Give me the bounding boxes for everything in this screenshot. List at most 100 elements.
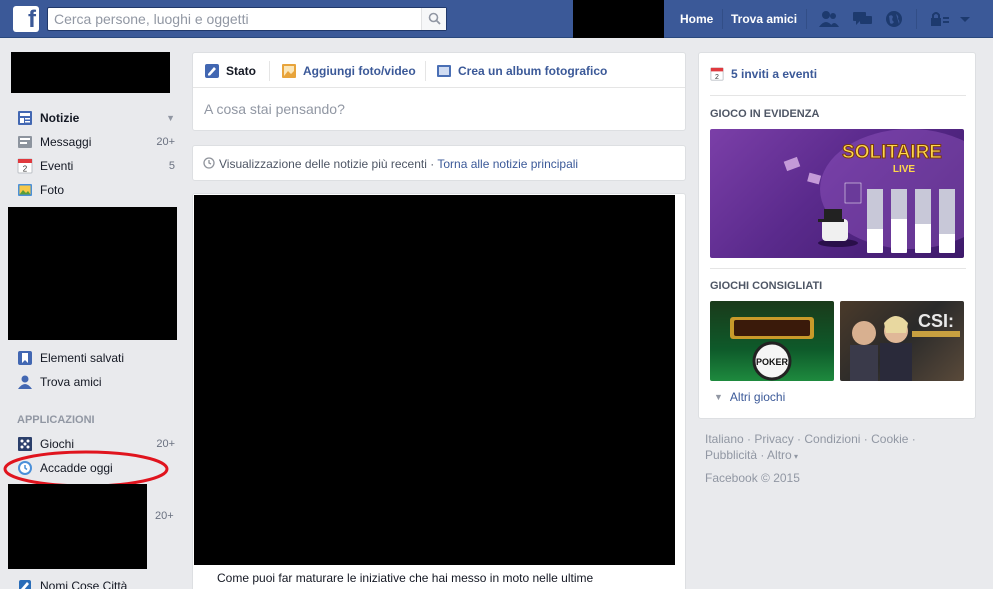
search-icon xyxy=(428,12,441,25)
solitaire-artwork: SOLITAIRE LIVE xyxy=(783,129,964,253)
sidebar-item-label: Foto xyxy=(40,183,65,197)
footer-link-terms[interactable]: Condizioni xyxy=(804,432,860,446)
search-button[interactable] xyxy=(421,8,446,30)
search-input[interactable] xyxy=(48,8,418,30)
events-count: 5 xyxy=(168,160,175,172)
sidebar-item-messages[interactable]: Messaggi 20+ xyxy=(17,133,175,151)
sidebar-item-find-friends[interactable]: Trova amici xyxy=(17,373,175,391)
tab-divider xyxy=(269,61,270,81)
event-invites-label: 5 inviti a eventi xyxy=(731,67,818,81)
account-menu-chevron-down-icon[interactable] xyxy=(957,9,979,29)
tab-album-label: Crea un album fotografico xyxy=(458,64,608,78)
photo-icon xyxy=(281,63,297,79)
featured-game-solitaire[interactable]: SOLITAIRE LIVE xyxy=(710,129,964,258)
suggested-game-csi[interactable]: CSI: xyxy=(840,301,964,381)
privacy-shortcuts-icon[interactable] xyxy=(928,9,950,29)
search-box xyxy=(47,7,447,31)
find-friends-icon xyxy=(17,374,33,390)
top-bar: f Home Trova amici xyxy=(0,0,993,38)
divider xyxy=(710,95,966,96)
suggested-game-poker[interactable]: POKER xyxy=(710,301,834,381)
pencil-icon xyxy=(204,63,220,79)
tab-status[interactable]: Stato xyxy=(204,63,256,79)
tab-divider xyxy=(425,61,426,81)
svg-text:2: 2 xyxy=(715,74,719,81)
poker-artwork: POKER xyxy=(730,317,814,381)
csi-label: CSI: xyxy=(918,311,954,331)
sidebar-item-label: Eventi xyxy=(40,159,74,173)
pencil-game-icon xyxy=(17,578,33,589)
nav-find-friends-link[interactable]: Trova amici xyxy=(731,12,797,26)
more-games-link[interactable]: ▼ Altri giochi xyxy=(714,390,785,404)
copyright: Facebook © 2015 xyxy=(705,471,800,485)
redacted-sidebar-section xyxy=(8,207,177,340)
chevron-down-icon[interactable]: ▼ xyxy=(166,113,175,123)
sidebar-item-photos[interactable]: Foto xyxy=(17,181,175,199)
tab-add-photo-video[interactable]: Aggiungi foto/video xyxy=(281,63,416,79)
poker-label: POKER xyxy=(756,357,789,367)
feed-post: Come puoi far maturare le iniziative che… xyxy=(192,193,686,589)
facebook-logo[interactable]: f xyxy=(13,6,39,33)
saved-bookmark-icon xyxy=(17,350,33,366)
suggested-games-header: GIOCHI CONSIGLIATI xyxy=(710,280,823,292)
news-feed-icon xyxy=(17,110,33,126)
post-text: Come puoi far maturare le iniziative che… xyxy=(217,571,594,585)
featured-title: SOLITAIRE xyxy=(842,142,942,163)
redacted-profile xyxy=(573,0,664,38)
hidden-app-count: 20+ xyxy=(155,510,174,522)
chevron-down-icon: ▼ xyxy=(714,392,723,402)
sidebar-item-label: Elementi salvati xyxy=(40,351,125,365)
status-input[interactable]: A cosa stai pensando? xyxy=(204,101,345,117)
composer-divider xyxy=(193,87,685,88)
nav-divider xyxy=(916,9,917,29)
status-composer: Stato Aggiungi foto/video Crea un album … xyxy=(192,52,686,131)
calendar-icon: 2 xyxy=(710,67,724,81)
sidebar-item-label: Messaggi xyxy=(40,135,92,149)
photos-icon xyxy=(17,182,33,198)
notifications-globe-icon[interactable] xyxy=(883,9,905,29)
messages-count: 20+ xyxy=(156,136,175,148)
footer-link-ads[interactable]: Pubblicità xyxy=(705,448,757,462)
sidebar-item-label: Notizie xyxy=(40,111,80,125)
back-to-top-stories-link[interactable]: Torna alle notizie principali xyxy=(437,157,578,171)
apps-section-header: APPLICAZIONI xyxy=(17,414,95,426)
featured-game-header: GIOCO IN EVIDENZA xyxy=(710,108,820,120)
messages-icon[interactable] xyxy=(852,9,874,29)
redacted-profile-name xyxy=(11,52,170,93)
footer-link-more[interactable]: Altro xyxy=(767,448,792,462)
footer-link-cookie[interactable]: Cookie xyxy=(871,432,908,446)
footer-link-privacy[interactable]: Privacy xyxy=(754,432,793,446)
sidebar-item-nomi-cose-citta[interactable]: Nomi Cose Città xyxy=(17,577,175,589)
sidebar-item-saved[interactable]: Elementi salvati xyxy=(17,349,175,367)
page-footer: Italiano · Privacy · Condizioni · Cookie… xyxy=(705,431,965,486)
tab-status-label: Stato xyxy=(226,64,256,78)
redacted-post-content xyxy=(194,195,675,565)
event-invites-link[interactable]: 2 5 inviti a eventi xyxy=(710,67,817,81)
redacted-sidebar-apps xyxy=(8,484,147,569)
featured-subtitle: LIVE xyxy=(893,164,916,175)
more-games-label: Altri giochi xyxy=(729,390,786,404)
sort-status: Visualizzazione delle notizie più recent… xyxy=(219,157,438,171)
csi-artwork: CSI: xyxy=(850,311,960,381)
chevron-down-icon: ▾ xyxy=(791,452,798,461)
events-calendar-icon: 2 xyxy=(17,158,33,174)
nav-home-link[interactable]: Home xyxy=(680,12,713,26)
svg-text:2: 2 xyxy=(23,165,28,174)
right-sidebar-card: 2 5 inviti a eventi GIOCO IN EVIDENZA SO… xyxy=(698,52,976,419)
sidebar-item-label: Nomi Cose Città xyxy=(40,579,128,589)
sidebar-item-events[interactable]: 2 Eventi 5 xyxy=(17,157,175,175)
sidebar-item-news-feed[interactable]: Notizie ▼ xyxy=(17,109,175,127)
divider xyxy=(710,268,966,269)
sort-text: Visualizzazione delle notizie più recent… xyxy=(219,157,578,171)
tab-photo-label: Aggiungi foto/video xyxy=(303,64,416,78)
footer-link-language[interactable]: Italiano xyxy=(705,432,744,446)
nav-divider xyxy=(806,9,807,29)
album-icon xyxy=(436,63,452,79)
nav-divider xyxy=(722,9,723,29)
friend-requests-icon[interactable] xyxy=(818,9,840,29)
footer-links: Italiano · Privacy · Condizioni · Cookie… xyxy=(705,432,916,462)
tab-create-album[interactable]: Crea un album fotografico xyxy=(436,63,607,79)
sidebar-item-label: Trova amici xyxy=(40,375,102,389)
feed-sort-bar: Visualizzazione delle notizie più recent… xyxy=(192,145,686,181)
clock-icon xyxy=(203,157,215,169)
